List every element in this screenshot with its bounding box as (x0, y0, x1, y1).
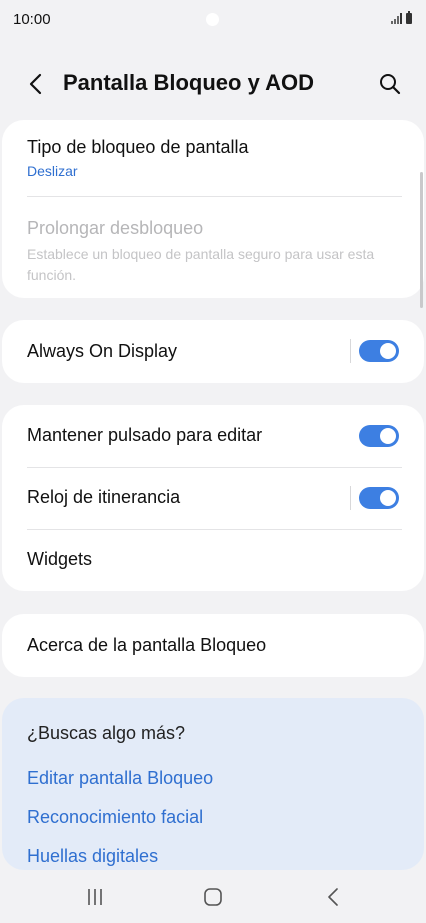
suggestions-title: ¿Buscas algo más? (27, 723, 186, 743)
separator (350, 486, 351, 510)
about-card: Acerca de la pantalla Bloqueo (2, 614, 424, 677)
about-row[interactable]: Acerca de la pantalla Bloqueo (2, 614, 424, 677)
widgets-title: Widgets (27, 549, 93, 569)
aod-card: Always On Display (2, 320, 424, 383)
roaming-clock-toggle[interactable] (359, 487, 399, 509)
about-title: Acerca de la pantalla Bloqueo (27, 635, 267, 655)
roaming-clock-title: Reloj de itinerancia (27, 487, 181, 507)
aod-toggle[interactable] (359, 340, 399, 362)
page-title: Pantalla Bloqueo y AOD (63, 70, 315, 95)
search-button[interactable] (376, 70, 404, 98)
scrollbar[interactable] (420, 172, 423, 308)
hold-edit-toggle[interactable] (359, 425, 399, 447)
status-time: 10:00 (13, 11, 51, 28)
aod-row[interactable]: Always On Display (2, 320, 424, 383)
back-button[interactable] (22, 70, 50, 98)
link-face-recognition[interactable]: Reconocimiento facial (27, 807, 203, 828)
status-bar: 10:00 (0, 0, 426, 40)
link-edit-lockscreen[interactable]: Editar pantalla Bloqueo (27, 768, 213, 789)
recents-icon (88, 889, 102, 905)
extend-unlock-title: Prolongar desbloqueo (27, 218, 204, 238)
home-button[interactable] (200, 884, 226, 910)
recents-button[interactable] (82, 884, 108, 910)
lock-type-value: Deslizar (27, 163, 78, 179)
hold-edit-title: Mantener pulsado para editar (27, 425, 263, 445)
back-arrow-icon (29, 73, 42, 95)
signal-icon (391, 13, 402, 24)
navigation-bar (0, 870, 426, 923)
separator (350, 339, 351, 363)
divider (27, 196, 402, 197)
lock-settings-card: Tipo de bloqueo de pantalla Deslizar Pro… (2, 120, 424, 298)
link-fingerprints[interactable]: Huellas digitales (27, 846, 158, 867)
extend-unlock-subtitle: Establece un bloqueo de pantalla seguro … (27, 246, 375, 283)
lock-type-row[interactable]: Tipo de bloqueo de pantalla Deslizar (2, 120, 424, 192)
battery-icon (406, 11, 412, 24)
roaming-clock-row[interactable]: Reloj de itinerancia (2, 468, 424, 530)
app-header: Pantalla Bloqueo y AOD (0, 58, 426, 110)
extend-unlock-row: Prolongar desbloqueo Establece un bloque… (2, 198, 424, 298)
home-icon (204, 888, 222, 906)
status-icons (391, 11, 412, 24)
widgets-row[interactable]: Widgets (2, 530, 424, 591)
aod-title: Always On Display (27, 341, 178, 361)
lockscreen-options-card: Mantener pulsado para editar Reloj de it… (2, 405, 424, 591)
nav-back-icon (328, 888, 338, 906)
hold-edit-row[interactable]: Mantener pulsado para editar (2, 405, 424, 467)
suggestions-card: ¿Buscas algo más? Editar pantalla Bloque… (2, 698, 424, 870)
lock-type-title: Tipo de bloqueo de pantalla (27, 137, 249, 157)
search-icon (380, 74, 401, 95)
front-camera (206, 13, 219, 26)
nav-back-button[interactable] (320, 884, 346, 910)
